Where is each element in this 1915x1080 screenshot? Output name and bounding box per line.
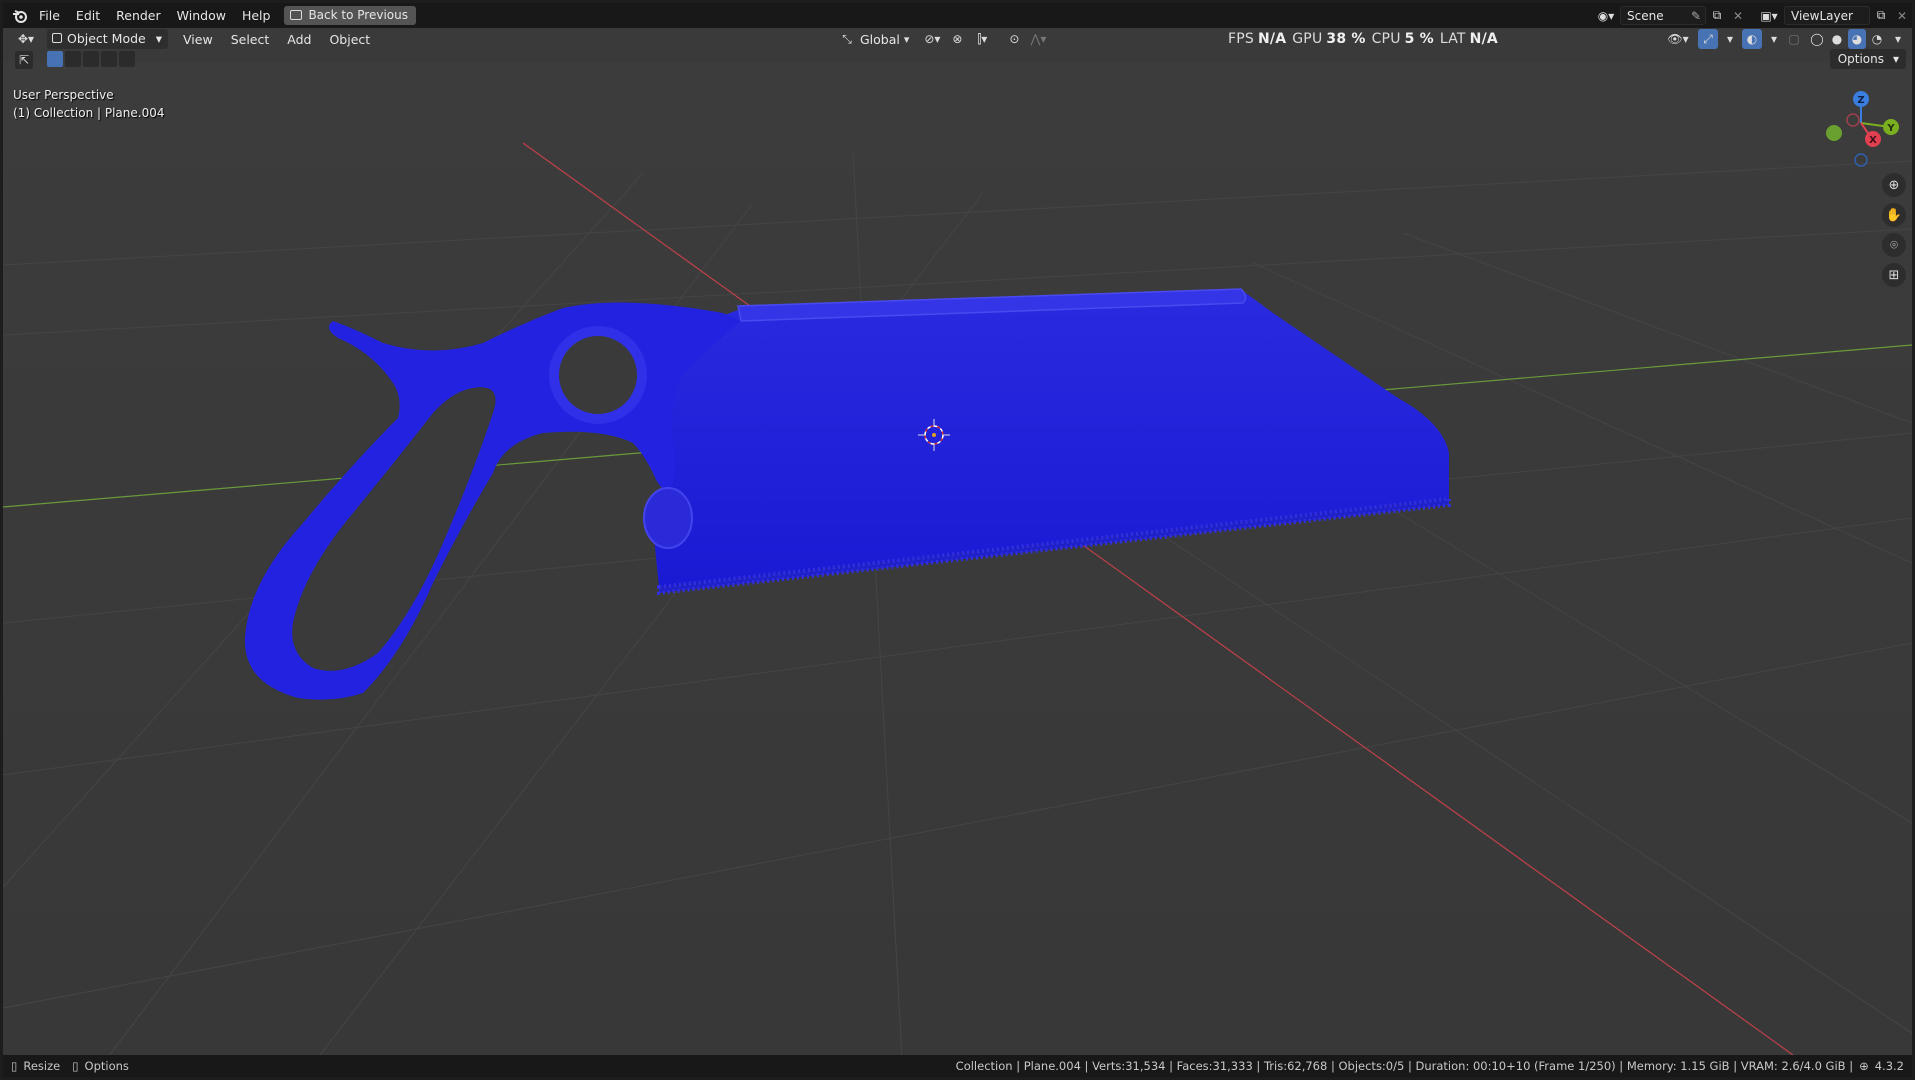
select-extend-icon[interactable] [65,51,81,67]
menu-object[interactable]: Object [320,32,379,47]
select-tool-icon[interactable]: ⇱ [15,51,33,69]
new-scene-icon[interactable]: ⧉ [1706,6,1728,26]
back-to-previous-button[interactable]: Back to Previous [284,6,416,25]
delete-viewlayer-icon[interactable]: ✕ [1892,6,1912,26]
menu-view[interactable]: View [174,32,222,47]
select-intersect-icon[interactable] [119,51,135,67]
menu-help[interactable]: Help [234,3,279,28]
gizmo-z-label: Z [1857,95,1864,106]
new-viewlayer-icon[interactable]: ⧉ [1870,6,1892,26]
overlay-toggle-icon[interactable]: ◐ [1742,29,1762,49]
menu-window[interactable]: Window [169,3,234,28]
viewlayer-browse-icon[interactable]: ▣▾ [1754,6,1784,26]
mouse-icon: ▯ [11,1059,18,1073]
overlay-chevron-icon[interactable]: ▾ [1768,29,1780,49]
snap-target-icon[interactable]: ⫿▾ [969,29,995,49]
editor-type-icon[interactable]: ✥▾ [11,29,41,49]
options-label: Options [1837,52,1884,66]
version-label: 4.3.2 [1874,1059,1904,1073]
collection-info-label: (1) Collection | Plane.004 [13,106,165,120]
gizmo-chevron-icon[interactable]: ▾ [1724,29,1736,49]
wireframe-shading-icon[interactable]: ◯ [1808,29,1826,49]
gpu-label: GPU [1292,31,1323,47]
gpu-value: 38 % [1326,31,1366,47]
scene-browse-icon[interactable]: ◉▾ [1592,6,1620,26]
rendered-shading-icon[interactable]: ◔ [1868,29,1886,49]
blender-logo-icon[interactable] [9,3,31,28]
object-mode-icon [52,33,62,43]
menu-select[interactable]: Select [222,32,279,47]
orthographic-grid-icon[interactable]: ⊞ [1882,263,1906,287]
fps-label: FPS [1228,31,1254,47]
menu-add[interactable]: Add [278,32,320,47]
object-mode-label: Object Mode [67,31,146,46]
cpu-label: CPU [1371,31,1401,47]
cpu-value: 5 % [1404,31,1434,47]
transform-orientation-label[interactable]: Global [860,32,900,47]
fps-value: N/A [1257,31,1287,47]
selection-mode-group [47,51,135,67]
mouse-right-icon: ▯ [72,1059,79,1073]
xray-icon[interactable]: ▢ [1786,29,1802,49]
gizmo-y-label: Y [1886,123,1895,134]
performance-stats: FPS N/A GPU 38 % CPU 5 % LAT N/A [1228,28,1504,50]
options-chevron-icon: ▾ [1892,52,1899,66]
solid-shading-icon[interactable]: ● [1828,29,1846,49]
object-mode-dropdown[interactable]: Object Mode ▾ [47,29,169,49]
menu-render[interactable]: Render [108,3,169,28]
back-to-previous-label: Back to Previous [308,8,408,22]
viewlayer-name: ViewLayer [1791,8,1853,23]
view-perspective-label: User Perspective [13,88,114,102]
resize-label: Resize [23,1059,61,1073]
top-bar: File Edit Render Window Help Back to Pre… [3,3,1912,28]
pivot-point-icon[interactable]: ⊘▾ [919,29,945,49]
scene-name: Scene [1627,8,1664,23]
pan-hand-icon[interactable]: ✋ [1882,203,1906,227]
status-bar: ▯ Resize ▯ Options Collection | Plane.00… [3,1055,1912,1077]
viewlayer-field[interactable]: ViewLayer [1784,6,1870,25]
viewport-3d[interactable]: Z Y X [3,3,1912,1077]
delete-scene-icon[interactable]: ✕ [1728,6,1748,26]
gizmo-toggle-icon[interactable]: ⤢ [1698,29,1718,49]
camera-view-icon[interactable]: ⌾ [1882,233,1906,257]
menu-edit[interactable]: Edit [68,3,108,28]
blender-window: Z Y X File Edit Render Window Help Back … [3,3,1912,1077]
transform-orientation-icon: ⤡ [842,31,852,46]
scene-field[interactable]: Scene ✎ [1620,6,1706,25]
lat-value: N/A [1469,31,1498,47]
pin-icon[interactable]: ✎ [1691,9,1701,23]
falloff-icon[interactable]: ⋀▾ [1027,29,1049,49]
proportional-edit-icon[interactable]: ⊙ [1005,29,1023,49]
saw-rivet [643,487,693,549]
zoom-icon[interactable]: ⊕ [1882,173,1906,197]
chevron-down-icon: ▾ [155,31,163,46]
orientation-chevron-icon[interactable]: ▾ [904,33,910,46]
gizmo-x-label: X [1869,135,1877,146]
select-subtract-icon[interactable] [83,51,99,67]
material-shading-icon[interactable]: ◕ [1848,29,1866,49]
saw-ring-hole [549,326,647,424]
options-status-label: Options [84,1059,129,1073]
viewport-header: ✥▾ Object Mode ▾ View Select Add Object … [3,28,1912,62]
scene-statistics: Collection | Plane.004 | Verts:31,534 | … [955,1059,1854,1073]
visibility-icon[interactable]: 👁▾ [1664,29,1692,49]
network-icon[interactable]: ⊕ [1859,1059,1869,1073]
lat-label: LAT [1439,31,1466,47]
snap-icon[interactable]: ⊗ [949,29,965,49]
menu-file[interactable]: File [31,3,68,28]
select-new-icon[interactable] [47,51,63,67]
options-button[interactable]: Options ▾ [1829,49,1906,69]
shading-chevron-icon[interactable]: ▾ [1892,29,1904,49]
screen-icon [290,10,303,20]
select-invert-icon[interactable] [101,51,117,67]
